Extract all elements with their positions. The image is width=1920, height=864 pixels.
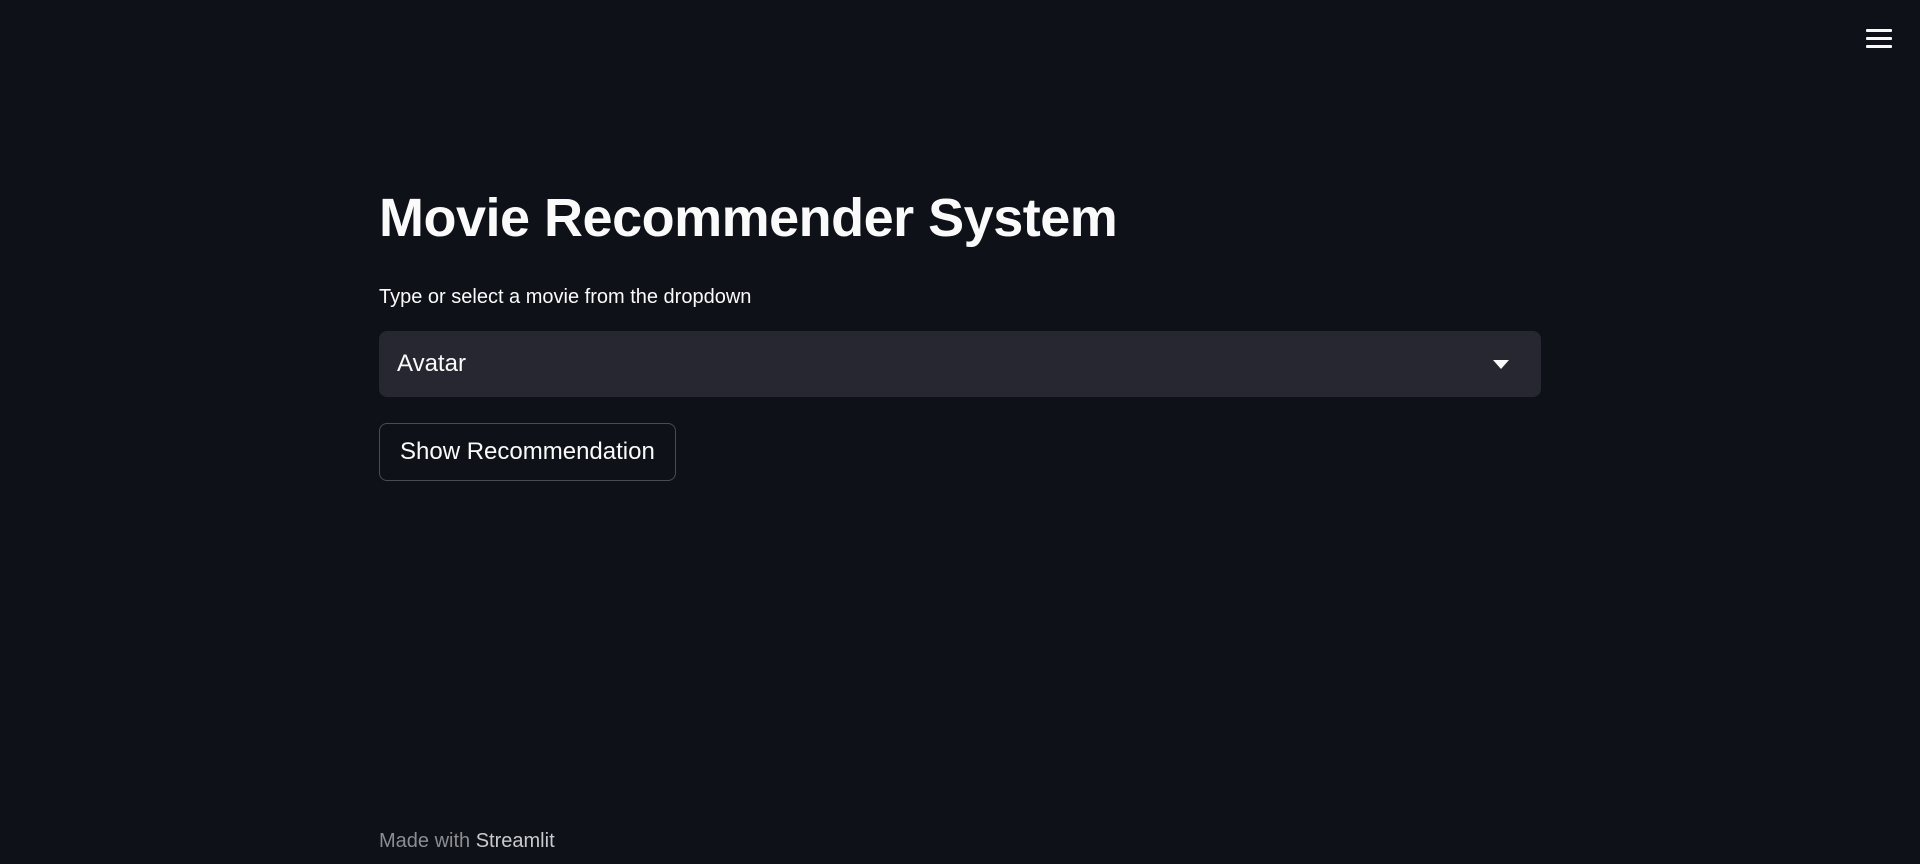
movie-select-value: Avatar xyxy=(397,350,466,377)
movie-select[interactable]: Avatar xyxy=(379,331,1541,397)
footer-streamlit-link[interactable]: Streamlit xyxy=(476,830,555,852)
menu-bar xyxy=(1866,44,1892,48)
page-title: Movie Recommender System xyxy=(379,188,1118,248)
app-page: Movie Recommender System Type or select … xyxy=(0,0,1920,864)
footer-prefix: Made with xyxy=(379,830,471,852)
footer: Made with Streamlit xyxy=(379,830,555,853)
hamburger-menu-icon[interactable] xyxy=(1866,26,1894,50)
menu-bar xyxy=(1866,36,1892,40)
movie-select-label: Type or select a movie from the dropdown xyxy=(379,286,752,308)
chevron-down-icon[interactable] xyxy=(1493,359,1509,369)
show-recommendation-button[interactable]: Show Recommendation xyxy=(379,423,676,481)
menu-bar xyxy=(1866,28,1892,32)
